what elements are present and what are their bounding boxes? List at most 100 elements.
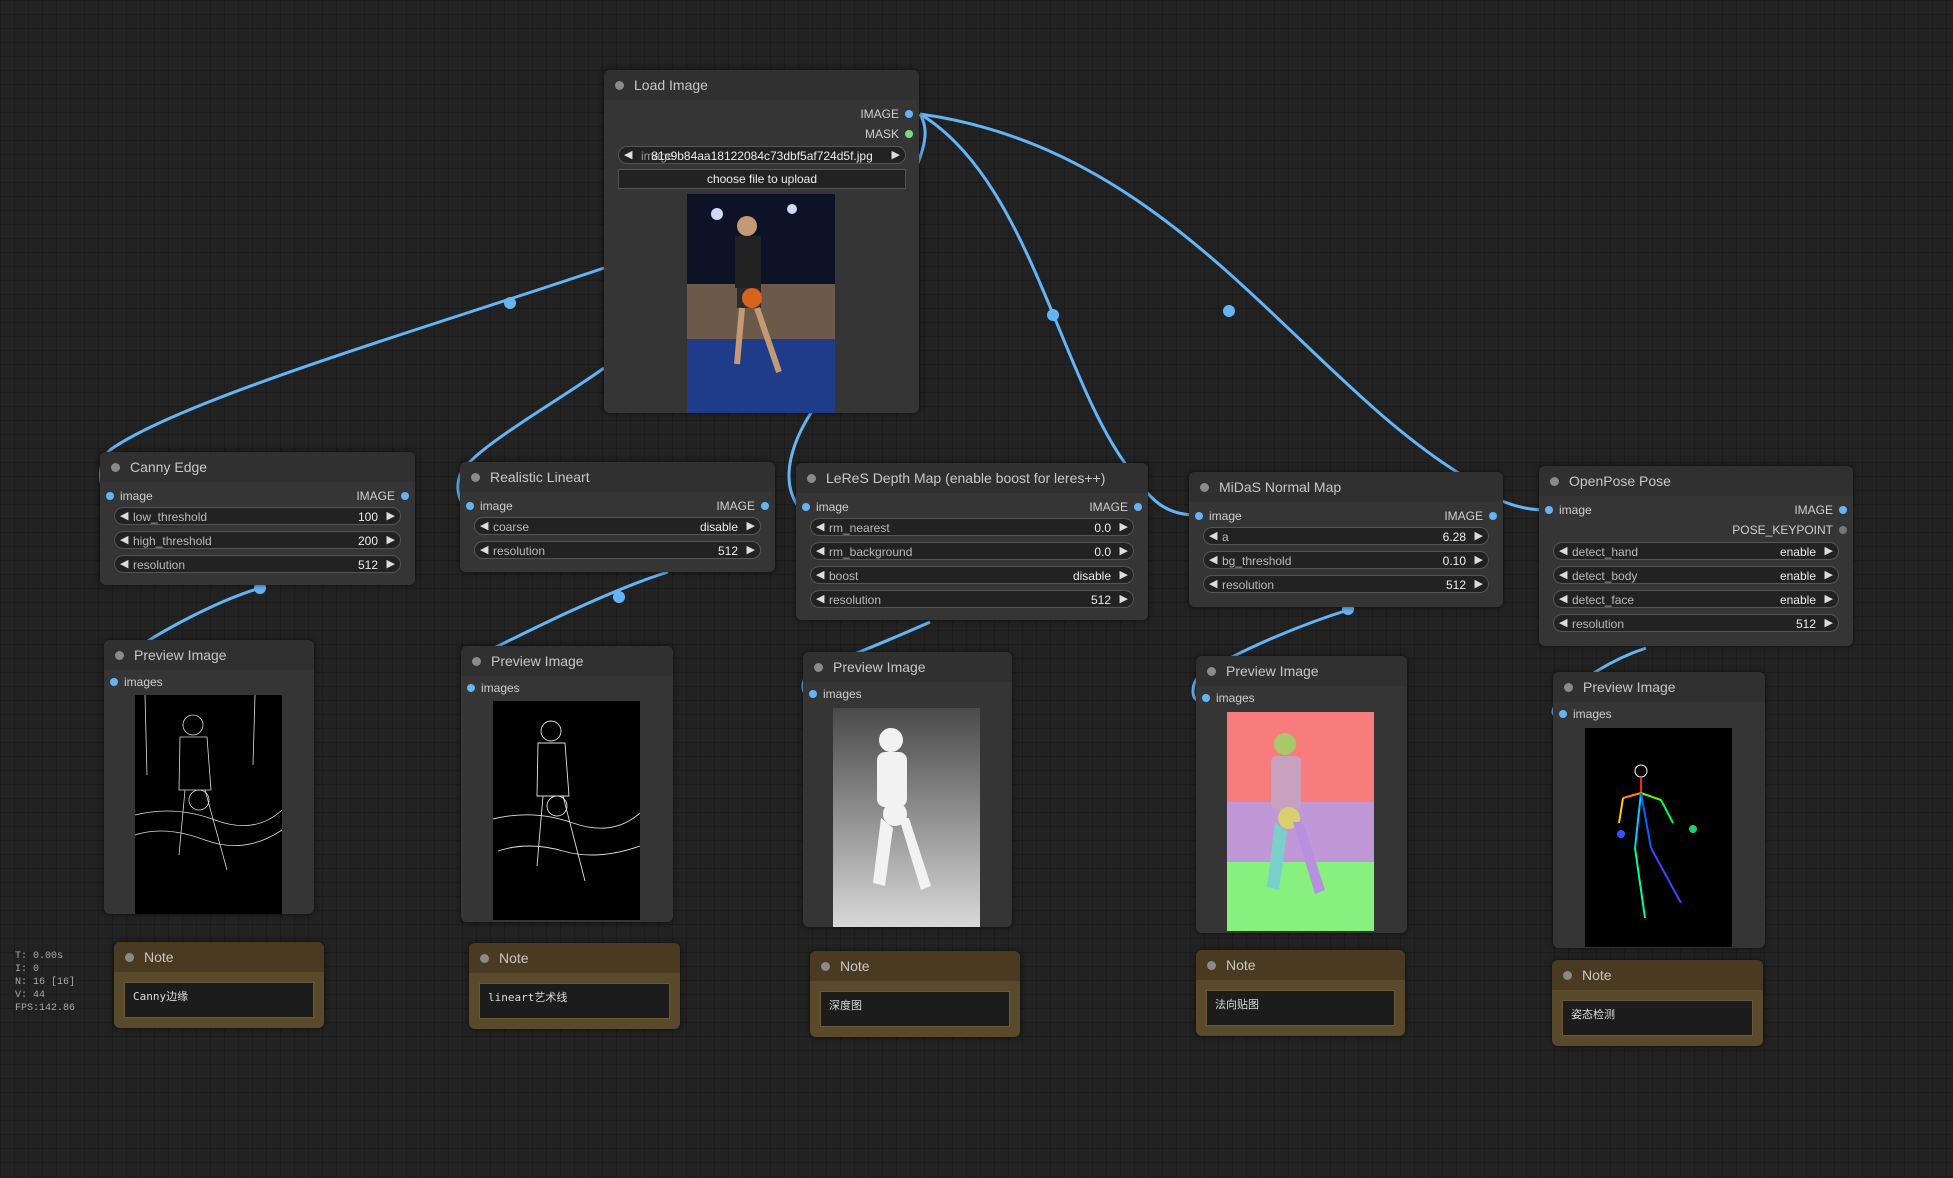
collapse-dot-icon[interactable] — [125, 953, 134, 962]
note-pose[interactable]: Note 姿态检测 — [1552, 960, 1763, 1046]
decrement-icon[interactable]: ◀ — [1559, 544, 1567, 557]
preview-image-depth[interactable]: Preview Image images — [803, 652, 1012, 927]
boost-widget[interactable]: ◀ boost disable ▶ — [810, 566, 1134, 584]
increment-icon[interactable]: ▶ — [1825, 616, 1833, 629]
node-title[interactable]: OpenPose Pose — [1539, 466, 1853, 496]
resolution-widget[interactable]: ◀ resolution 512 ▶ — [1553, 614, 1839, 632]
note-text-field[interactable]: 法向贴图 — [1206, 990, 1395, 1026]
bg-threshold-widget[interactable]: ◀ bg_threshold 0.10 ▶ — [1203, 551, 1489, 569]
node-title[interactable]: Note — [810, 951, 1020, 981]
collapse-dot-icon[interactable] — [821, 962, 830, 971]
rm-nearest-widget[interactable]: ◀ rm_nearest 0.0 ▶ — [810, 518, 1134, 536]
canny-edge-node[interactable]: Canny Edge image IMAGE ◀ low_threshold 100… — [100, 452, 415, 585]
preview-image-canny[interactable]: Preview Image images — [104, 640, 314, 914]
node-title[interactable]: Preview Image — [104, 640, 314, 670]
increment-icon[interactable]: ▶ — [1825, 592, 1833, 605]
node-title[interactable]: Load Image — [604, 70, 919, 100]
input-socket[interactable] — [802, 503, 810, 511]
note-canny[interactable]: Note Canny边缘 — [114, 942, 324, 1028]
input-socket[interactable] — [106, 492, 114, 500]
upload-button[interactable]: choose file to upload — [618, 169, 906, 189]
node-title[interactable]: Note — [114, 942, 324, 972]
output-socket[interactable] — [1839, 526, 1847, 534]
output-socket[interactable] — [905, 110, 913, 118]
collapse-dot-icon[interactable] — [1200, 483, 1209, 492]
rm-background-widget[interactable]: ◀ rm_background 0.0 ▶ — [810, 542, 1134, 560]
output-socket[interactable] — [1134, 503, 1142, 511]
note-depth[interactable]: Note 深度图 — [810, 951, 1020, 1037]
input-socket[interactable] — [809, 690, 817, 698]
detect-body-widget[interactable]: ◀ detect_body enable ▶ — [1553, 566, 1839, 584]
increment-icon[interactable]: ▶ — [1120, 592, 1128, 605]
collapse-dot-icon[interactable] — [1564, 683, 1573, 692]
input-socket[interactable] — [110, 678, 118, 686]
output-socket[interactable] — [1839, 506, 1847, 514]
node-title[interactable]: Canny Edge — [100, 452, 415, 482]
load-image-node[interactable]: Load Image IMAGE MASK ◀ image 81c9b84aa1… — [604, 70, 919, 413]
leres-depth-map-node[interactable]: LeReS Depth Map (enable boost for leres+… — [796, 463, 1148, 620]
node-title[interactable]: MiDaS Normal Map — [1189, 472, 1503, 502]
note-normal[interactable]: Note 法向贴图 — [1196, 950, 1405, 1036]
increment-icon[interactable]: ▶ — [1120, 544, 1128, 557]
detect-hand-widget[interactable]: ◀ detect_hand enable ▶ — [1553, 542, 1839, 560]
input-socket[interactable] — [1545, 506, 1553, 514]
collapse-dot-icon[interactable] — [1207, 667, 1216, 676]
node-title[interactable]: Preview Image — [461, 646, 673, 676]
increment-icon[interactable]: ▶ — [1475, 553, 1483, 566]
collapse-dot-icon[interactable] — [480, 954, 489, 963]
collapse-dot-icon[interactable] — [1207, 961, 1216, 970]
output-socket[interactable] — [761, 502, 769, 510]
output-socket[interactable] — [905, 130, 913, 138]
coarse-widget[interactable]: ◀ coarse disable ▶ — [474, 517, 761, 535]
input-socket[interactable] — [467, 684, 475, 692]
image-select-combo[interactable]: ◀ image 81c9b84aa18122084c73dbf5af724d5f… — [618, 146, 906, 164]
decrement-icon[interactable]: ◀ — [120, 557, 128, 570]
decrement-icon[interactable]: ◀ — [120, 509, 128, 522]
resolution-widget[interactable]: ◀ resolution 512 ▶ — [114, 555, 401, 573]
collapse-dot-icon[interactable] — [111, 463, 120, 472]
node-title[interactable]: Note — [469, 943, 680, 973]
node-title[interactable]: Preview Image — [1553, 672, 1765, 702]
decrement-icon[interactable]: ◀ — [1559, 568, 1567, 581]
decrement-icon[interactable]: ◀ — [1209, 577, 1217, 590]
note-text-field[interactable]: 姿态检测 — [1562, 1000, 1753, 1036]
resolution-widget[interactable]: ◀ resolution 512 ▶ — [810, 590, 1134, 608]
detect-face-widget[interactable]: ◀ detect_face enable ▶ — [1553, 590, 1839, 608]
output-socket[interactable] — [401, 492, 409, 500]
decrement-icon[interactable]: ◀ — [816, 520, 824, 533]
input-socket[interactable] — [466, 502, 474, 510]
note-lineart[interactable]: Note lineart艺术线 — [469, 943, 680, 1029]
input-socket[interactable] — [1195, 512, 1203, 520]
decrement-icon[interactable]: ◀ — [1209, 529, 1217, 542]
decrement-icon[interactable]: ◀ — [1559, 616, 1567, 629]
decrement-icon[interactable]: ◀ — [816, 592, 824, 605]
node-title[interactable]: Realistic Lineart — [460, 462, 775, 492]
input-socket[interactable] — [1559, 710, 1567, 718]
increment-icon[interactable]: ▶ — [387, 557, 395, 570]
node-title[interactable]: Preview Image — [1196, 656, 1407, 686]
increment-icon[interactable]: ▶ — [387, 509, 395, 522]
preview-image-lineart[interactable]: Preview Image images — [461, 646, 673, 922]
note-text-field[interactable]: Canny边缘 — [124, 982, 314, 1018]
output-socket[interactable] — [1489, 512, 1497, 520]
collapse-dot-icon[interactable] — [471, 473, 480, 482]
increment-icon[interactable]: ▶ — [387, 533, 395, 546]
decrement-icon[interactable]: ◀ — [480, 519, 488, 532]
increment-icon[interactable]: ▶ — [1825, 568, 1833, 581]
decrement-icon[interactable]: ◀ — [480, 543, 488, 556]
increment-icon[interactable]: ▶ — [747, 519, 755, 532]
decrement-icon[interactable]: ◀ — [1559, 592, 1567, 605]
collapse-dot-icon[interactable] — [807, 474, 816, 483]
collapse-dot-icon[interactable] — [1563, 971, 1572, 980]
decrement-icon[interactable]: ◀ — [816, 544, 824, 557]
collapse-dot-icon[interactable] — [814, 663, 823, 672]
openpose-pose-node[interactable]: OpenPose Pose image IMAGE POSE_KEYPOINT … — [1539, 466, 1853, 646]
increment-icon[interactable]: ▶ — [747, 543, 755, 556]
decrement-icon[interactable]: ◀ — [816, 568, 824, 581]
increment-icon[interactable]: ▶ — [1475, 577, 1483, 590]
increment-icon[interactable]: ▶ — [1120, 520, 1128, 533]
high-threshold-widget[interactable]: ◀ high_threshold 200 ▶ — [114, 531, 401, 549]
note-text-field[interactable]: 深度图 — [820, 991, 1010, 1027]
arrow-right-icon[interactable]: ▶ — [892, 148, 900, 161]
midas-normal-map-node[interactable]: MiDaS Normal Map image IMAGE ◀ a 6.28 ▶ ◀ bg… — [1189, 472, 1503, 607]
